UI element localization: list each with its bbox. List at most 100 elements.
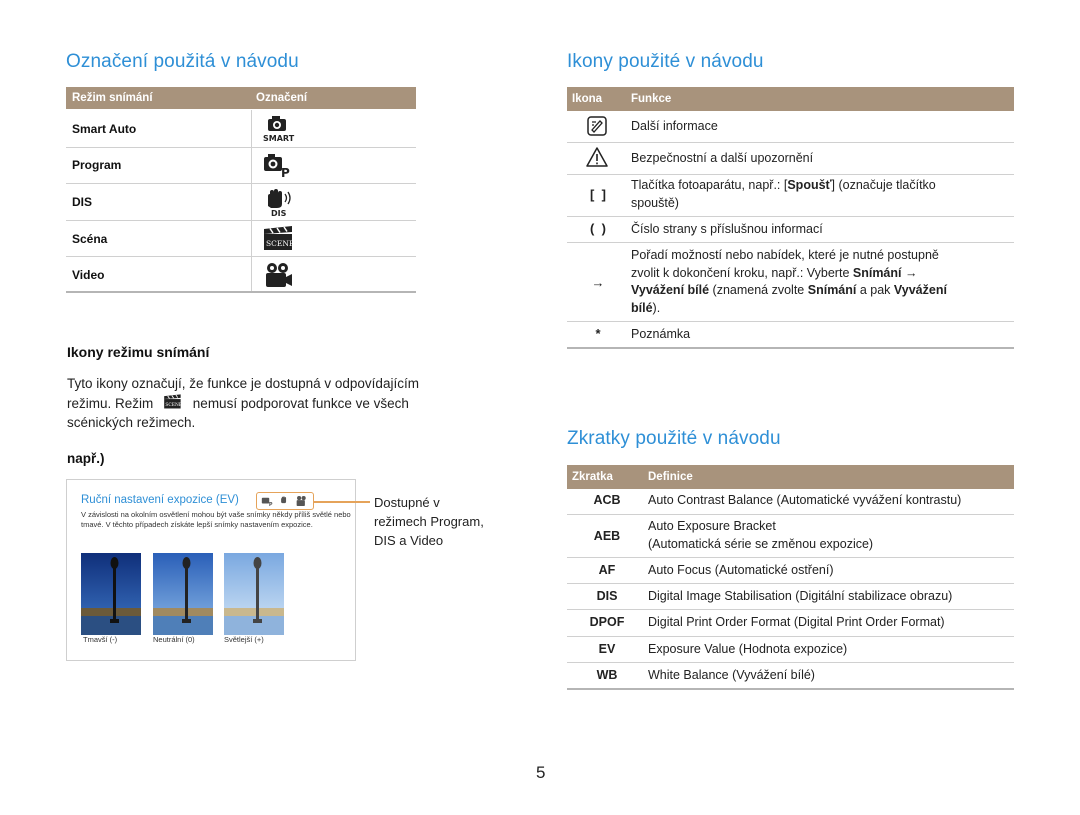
icons-row-buttons-line-2: spouště) [631, 195, 679, 210]
section-title-markings: Označení použitá v návodu [66, 51, 299, 72]
scene-icon: SCENE [264, 226, 294, 250]
icons-row-line [567, 321, 1014, 322]
def-aeb-line-1: Auto Exposure Bracket [648, 519, 776, 533]
def-acb: Auto Contrast Balance (Automatické vyváž… [648, 493, 962, 507]
icons-row-buttons: Tlačítka fotoaparátu, např.: [Spoušť] (o… [631, 177, 936, 212]
svg-text:SMART: SMART [263, 134, 295, 143]
symbol-asterisk: * [595, 326, 601, 341]
scene-icon: SCENE [164, 394, 182, 409]
svg-text:SCENE: SCENE [165, 403, 182, 408]
icons-col-function: Funkce [631, 93, 672, 105]
paragraph-line-1: Tyto ikony označují, že funkce je dostup… [67, 376, 419, 391]
paragraph-line-2: režimu. Režim SCENE nemusí podporovat fu… [67, 393, 477, 413]
shortcuts-row-line [567, 636, 1014, 637]
icons-table-header: Ikona Funkce [567, 87, 1014, 111]
subtitle-mode-icons: Ikony režimu snímání [67, 344, 210, 360]
icons-table-end [567, 347, 1014, 349]
callout-line-3: DIS a Video [374, 533, 444, 548]
symbol-brackets: [ ] [590, 187, 606, 202]
mode-label-smart-auto: Smart Auto [72, 122, 137, 136]
modes-row-line [66, 256, 416, 257]
callout-line-1: Dostupné v [374, 495, 440, 510]
photo-lighter [224, 553, 284, 635]
photo-neutral [153, 553, 213, 635]
shortcuts-row-line [567, 662, 1014, 663]
mode-icons-paragraph: Tyto ikony označují, že funkce je dostup… [67, 374, 477, 432]
section-title-shortcuts: Zkratky použité v návodu [567, 428, 781, 449]
callout-line-2: režimech Program, [374, 514, 484, 529]
def-aeb-line-2: (Automatická série se změnou expozice) [648, 536, 874, 551]
icons-row-note: Další informace [631, 119, 718, 133]
def-ev: Exposure Value (Hodnota expozice) [648, 642, 848, 656]
mode-icons-highlight: P [256, 492, 314, 510]
abbr-af: AF [598, 563, 616, 577]
smart-auto-icon: SMART [263, 116, 295, 143]
shortcuts-row-line [567, 609, 1014, 610]
paragraph-line-3: scénických režimech. [67, 415, 196, 430]
dis-icon: DIS [268, 189, 291, 216]
photo-darker [81, 553, 141, 635]
icons-row-sequence-line-2: zvolit k dokončení kroku, např.: Vyberte… [631, 265, 918, 280]
callout-text: Dostupné v režimech Program, DIS a Video [374, 493, 484, 550]
icons-row-line [567, 174, 1014, 175]
modes-table-header: Režim snímání Označení [66, 87, 416, 109]
abbr-wb: WB [596, 668, 618, 682]
modes-row-line [66, 220, 416, 221]
def-aeb: Auto Exposure Bracket (Automatická série… [648, 518, 873, 553]
symbol-arrow: → [591, 275, 605, 290]
icons-row-sequence-line-1: Pořadí možností nebo nabídek, které je n… [631, 248, 939, 262]
example-text: V závislosti na okolním osvětlení mohou … [81, 510, 351, 529]
paragraph-line-2a: režimu. Režim [67, 396, 154, 411]
icons-row-sequence-line-4: bílé). [631, 300, 661, 315]
program-icon: P [261, 497, 273, 507]
abbr-acb: ACB [593, 493, 621, 507]
svg-text:P: P [269, 502, 273, 507]
abbr-dis: DIS [596, 589, 618, 603]
shortcuts-table-header: Zkratka Definice [567, 465, 1014, 489]
shortcuts-col-definition: Definice [648, 471, 693, 483]
mode-label-dis: DIS [72, 195, 93, 209]
modes-table-end [66, 291, 416, 293]
shortcuts-table-end [567, 688, 1014, 690]
svg-text:SCENE: SCENE [266, 239, 294, 248]
abbr-ev: EV [598, 642, 616, 656]
shortcuts-row-line [567, 514, 1014, 515]
icons-row-line [567, 242, 1014, 243]
svg-text:P: P [281, 166, 290, 179]
icons-row-warning: Bezpečnostní a další upozornění [631, 151, 814, 165]
icons-row-line [567, 216, 1014, 217]
paragraph-line-2b: nemusí podporovat funkce ve všech [192, 396, 409, 411]
warning-icon [586, 147, 608, 167]
icons-row-page-number: Číslo strany s příslušnou informací [631, 222, 823, 236]
mode-label-video: Video [72, 268, 105, 282]
icons-row-sequence-line-3: Vyvážení bílé (znamená zvolte Snímání a … [631, 283, 947, 297]
abbr-aeb: AEB [593, 529, 621, 543]
def-wb: White Balance (Vyvážení bílé) [648, 668, 815, 682]
def-dis: Digital Image Stabilisation (Digitální s… [648, 589, 953, 603]
icons-col-icon: Ikona [572, 93, 603, 105]
icons-row-buttons-line-1: Tlačítka fotoaparátu, např.: [Spoušť] (o… [631, 178, 936, 192]
caption-neutral: Neutrální (0) [153, 635, 195, 644]
shortcuts-col-abbr: Zkratka [572, 471, 613, 483]
example-title: Ruční nastavení expozice (EV) [81, 494, 239, 506]
shortcuts-row-line [567, 583, 1014, 584]
symbol-parentheses: ( ) [590, 221, 606, 236]
modes-row-line [66, 183, 416, 184]
caption-darker: Tmavší (-) [83, 635, 118, 644]
video-icon [296, 496, 306, 506]
mode-label-program: Program [72, 158, 122, 172]
program-icon: P [264, 154, 290, 179]
modes-col-mode: Režim snímání [72, 92, 153, 104]
callout-line [314, 501, 370, 503]
example-label: např.) [67, 451, 105, 466]
modes-table-divider [251, 110, 252, 292]
video-icon [266, 263, 292, 287]
modes-row-line [66, 147, 416, 148]
page-number: 5 [536, 763, 546, 782]
mode-label-scene: Scéna [72, 232, 108, 246]
svg-text:DIS: DIS [271, 209, 287, 216]
abbr-dpof: DPOF [589, 615, 625, 629]
dis-icon [281, 496, 287, 504]
def-dpof: Digital Print Order Format (Digital Prin… [648, 615, 945, 629]
def-af: Auto Focus (Automatické ostření) [648, 563, 834, 577]
